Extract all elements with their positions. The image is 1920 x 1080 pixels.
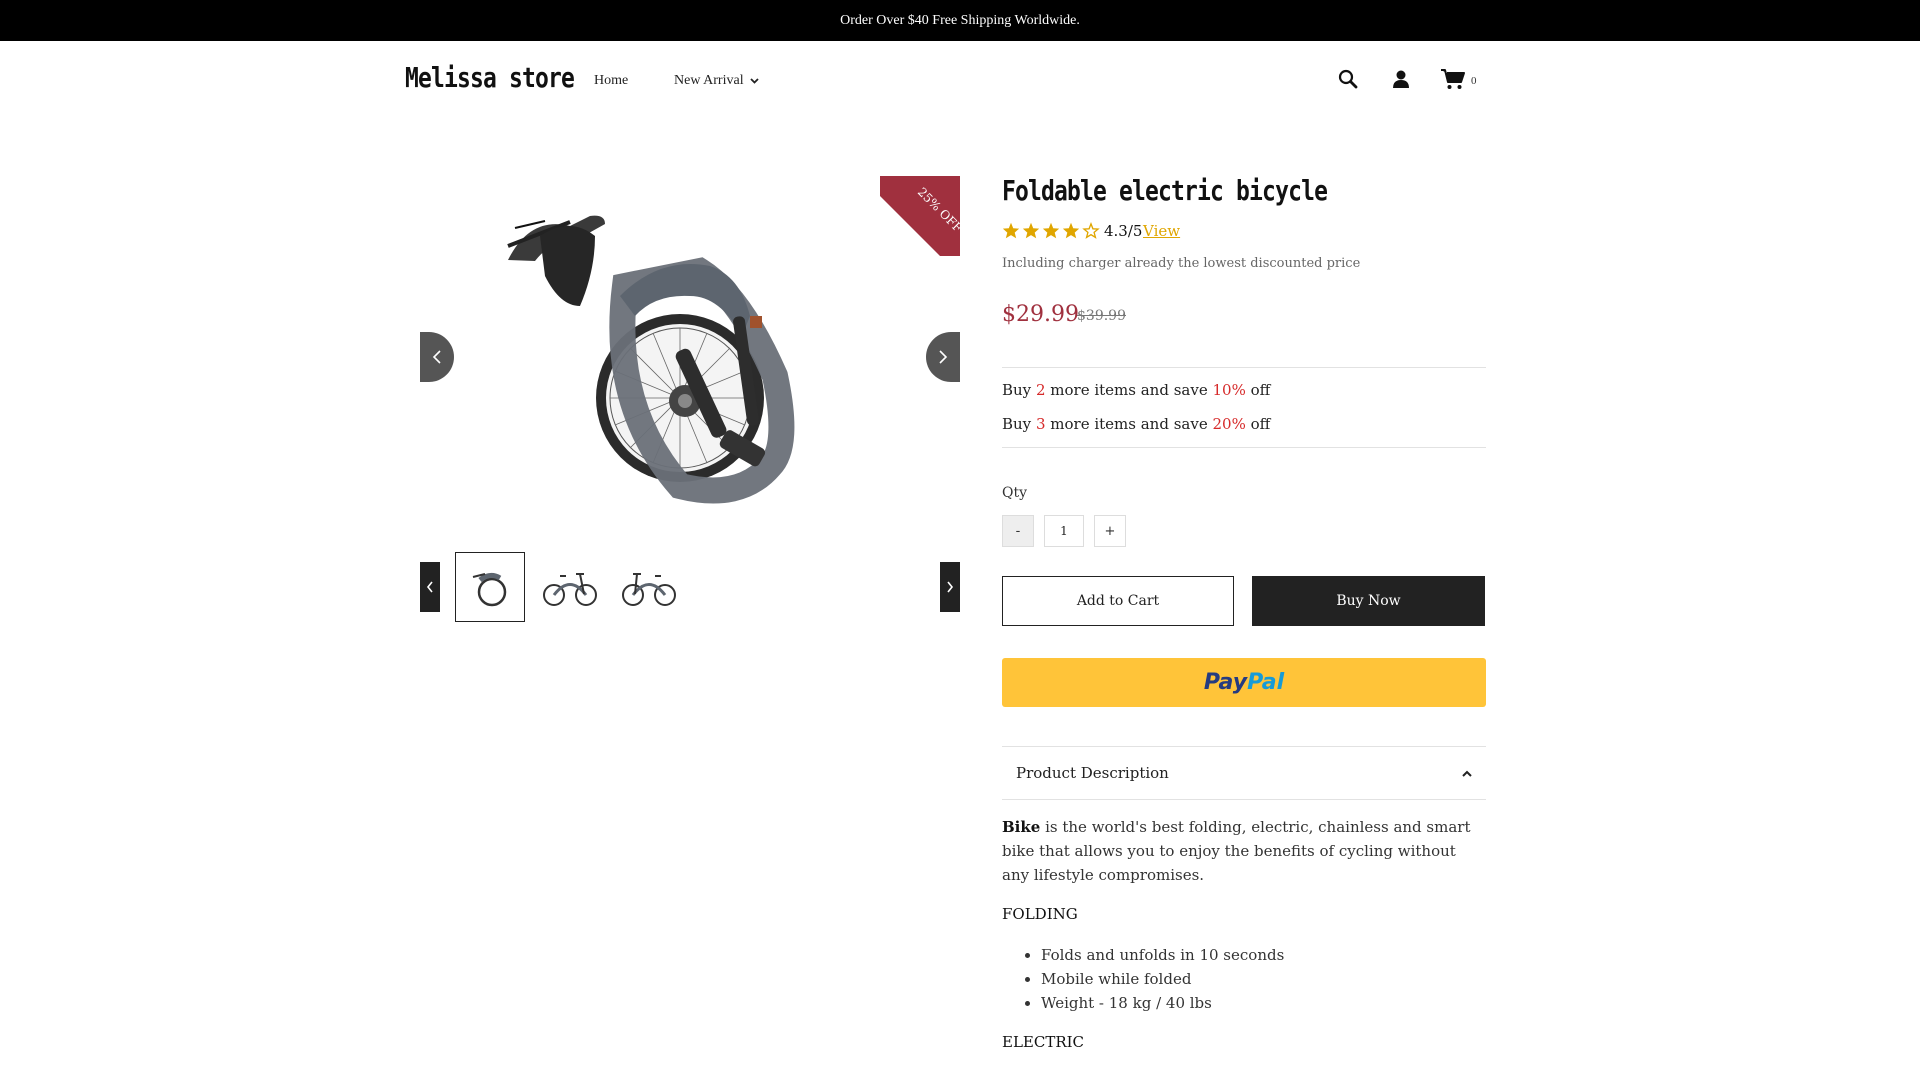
product-title: Foldable electric bicycle (1002, 174, 1328, 207)
sale-price: $29.99 (1002, 302, 1079, 327)
thumbs-prev-button[interactable] (420, 562, 440, 612)
chevron-left-icon (426, 581, 433, 593)
site-header: Melissa store Home New Arrival 0 (0, 41, 1920, 121)
chevron-left-icon (432, 350, 441, 364)
product-main-image (420, 176, 960, 536)
bulk-offer-2: Buy 3 more items and save 20% off (1002, 415, 1271, 433)
electric-heading: ELECTRIC (1002, 1033, 1085, 1051)
cart-icon[interactable] (1440, 67, 1466, 91)
chevron-right-icon (939, 350, 948, 364)
qty-input[interactable]: 1 (1044, 515, 1084, 547)
divider (1002, 367, 1486, 368)
compare-price: $39.99 (1077, 308, 1126, 324)
product-description-accordion[interactable]: Product Description (1002, 746, 1486, 800)
list-item: Folds and unfolds in 10 seconds (1041, 943, 1284, 967)
qty-increase-button[interactable]: + (1094, 515, 1126, 547)
rating-view-link[interactable]: View (1143, 222, 1180, 240)
bike-side-thumb (543, 573, 597, 606)
announcement-text: Order Over $40 Free Shipping Worldwide. (840, 12, 1080, 28)
nav-home[interactable]: Home (594, 73, 628, 89)
qty-label: Qty (1002, 485, 1028, 501)
qty-decrease-button[interactable]: - (1002, 515, 1034, 547)
buy-now-button[interactable]: Buy Now (1252, 576, 1485, 626)
cart-count[interactable]: 0 (1471, 75, 1477, 87)
product-subtitle: Including charger already the lowest dis… (1002, 256, 1361, 271)
rating-value: 4.3/5 (1104, 222, 1143, 240)
thumbnail-2[interactable] (535, 552, 605, 622)
divider (1002, 447, 1486, 448)
nav-new-arrival-label: New Arrival (674, 73, 744, 88)
star-full-icon (1042, 222, 1060, 239)
folded-bike-image (507, 215, 795, 504)
announcement-bar: Order Over $40 Free Shipping Worldwide. (0, 0, 1920, 41)
chevron-right-icon (947, 581, 954, 593)
bike-side-thumb (622, 573, 676, 606)
chevron-down-icon (749, 78, 759, 84)
star-empty-icon (1082, 222, 1100, 239)
list-item: Weight - 18 kg / 40 lbs (1041, 991, 1284, 1015)
star-full-icon (1062, 222, 1080, 239)
folded-bike-thumb (472, 572, 507, 607)
account-icon[interactable] (1389, 67, 1413, 91)
thumbnail-3[interactable] (614, 552, 684, 622)
store-logo[interactable]: Melissa store (405, 61, 575, 94)
paypal-button[interactable]: PayPal (1002, 658, 1486, 707)
star-full-icon (1002, 222, 1020, 239)
accordion-title: Product Description (1016, 764, 1169, 782)
paypal-logo: PayPal (1203, 670, 1285, 695)
folding-heading: FOLDING (1002, 905, 1078, 923)
list-item: Mobile while folded (1041, 967, 1284, 991)
bulk-offer-1: Buy 2 more items and save 10% off (1002, 381, 1271, 399)
thumbnail-1[interactable] (455, 552, 525, 622)
folding-list: Folds and unfolds in 10 seconds Mobile w… (1041, 943, 1284, 1015)
thumbs-next-button[interactable] (940, 562, 960, 612)
nav-new-arrival[interactable]: New Arrival (674, 73, 759, 89)
rating-stars (1002, 222, 1100, 239)
add-to-cart-button[interactable]: Add to Cart (1002, 576, 1234, 626)
description-intro: Bike is the world's best folding, electr… (1002, 818, 1471, 884)
star-full-icon (1022, 222, 1040, 239)
search-icon[interactable] (1336, 67, 1360, 91)
chevron-up-icon (1462, 770, 1472, 777)
discount-badge: 25% OFF (880, 176, 960, 256)
